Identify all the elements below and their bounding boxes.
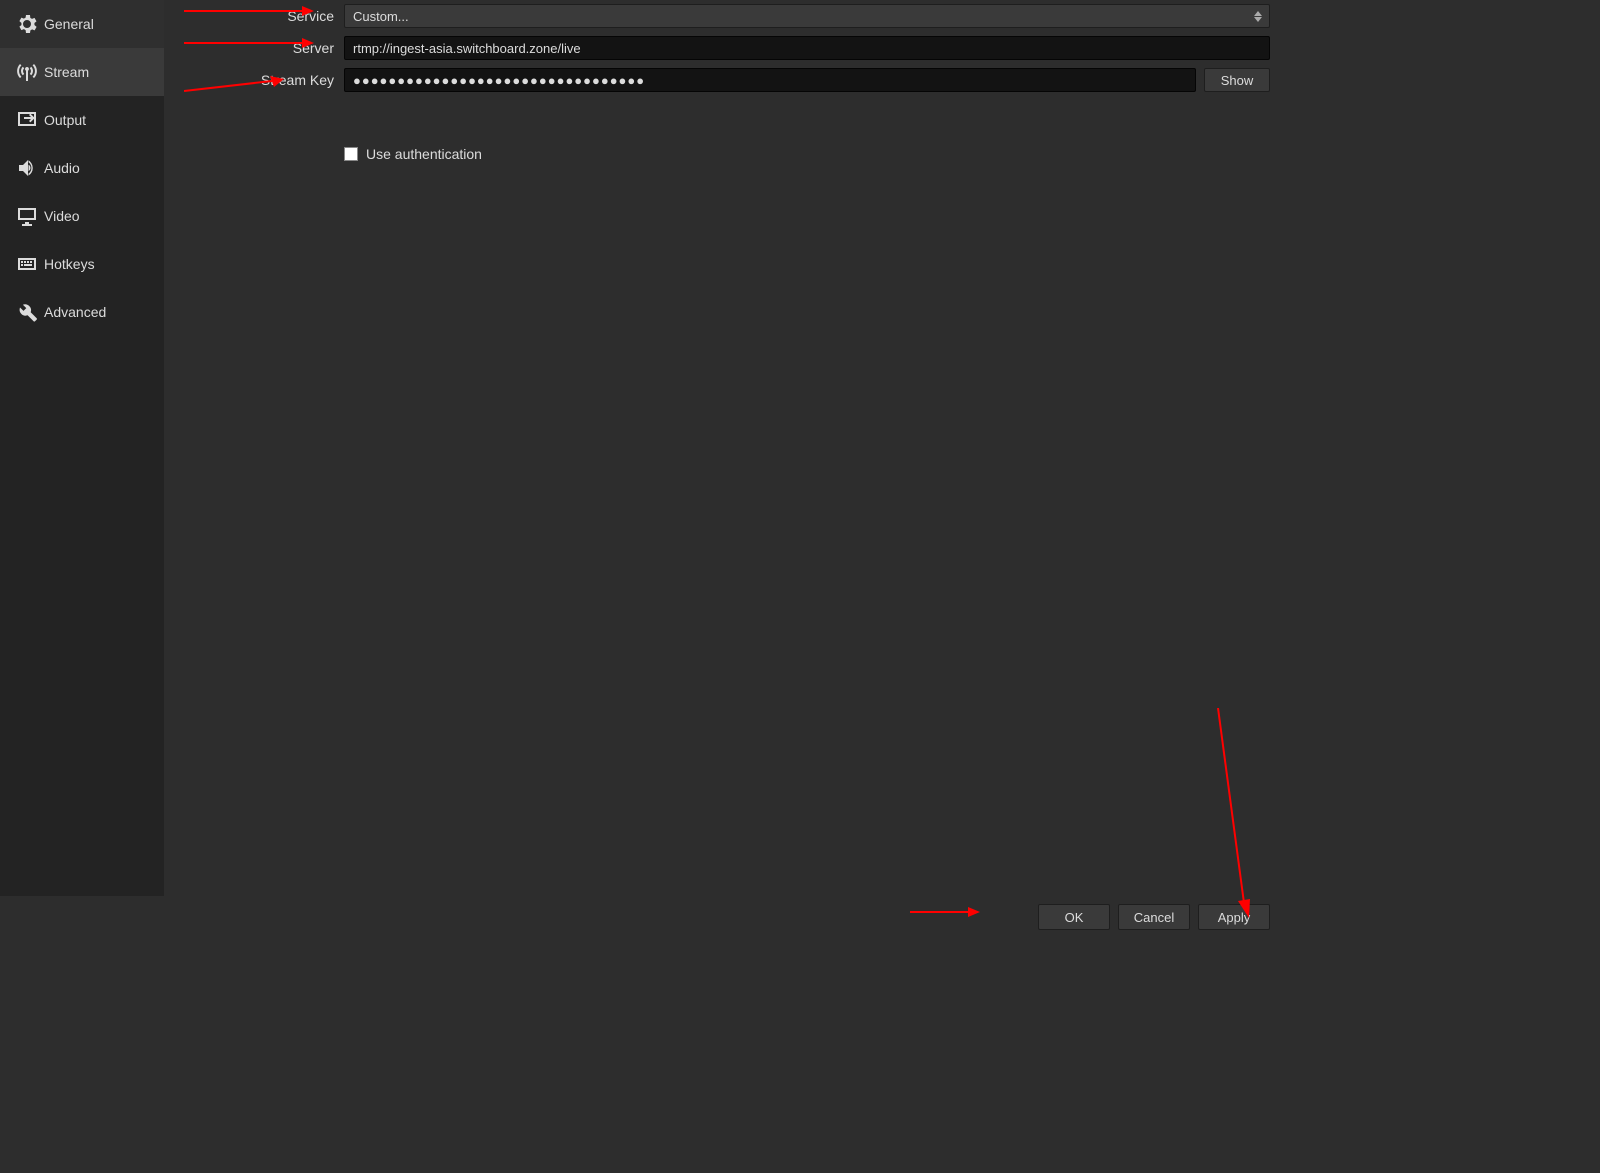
sidebar-item-label: Hotkeys [44, 256, 95, 272]
sidebar-item-audio[interactable]: Audio [0, 144, 164, 192]
service-value: Custom... [353, 9, 409, 24]
speaker-icon [10, 156, 44, 180]
use-auth-checkbox[interactable] [344, 147, 358, 161]
service-select[interactable]: Custom... [344, 4, 1270, 28]
sidebar-item-label: General [44, 16, 94, 32]
sidebar-item-label: Audio [44, 160, 80, 176]
stream-key-input[interactable] [344, 68, 1196, 92]
keyboard-icon [10, 252, 44, 276]
output-icon [10, 108, 44, 132]
antenna-icon [10, 60, 44, 84]
sidebar-item-video[interactable]: Video [0, 192, 164, 240]
sidebar-item-label: Output [44, 112, 86, 128]
chevron-updown-icon [1251, 5, 1265, 27]
dialog-footer: OK Cancel Apply [0, 896, 1280, 938]
apply-button[interactable]: Apply [1198, 904, 1270, 930]
sidebar-item-label: Video [44, 208, 80, 224]
tools-icon [10, 300, 44, 324]
ok-button[interactable]: OK [1038, 904, 1110, 930]
settings-panel-stream: Service Custom... Server [164, 0, 1280, 896]
stream-key-label: Stream Key [164, 72, 344, 88]
sidebar-item-label: Stream [44, 64, 89, 80]
use-auth-label: Use authentication [366, 146, 482, 162]
show-button[interactable]: Show [1204, 68, 1270, 92]
sidebar-item-stream[interactable]: Stream [0, 48, 164, 96]
sidebar-item-label: Advanced [44, 304, 106, 320]
server-input[interactable] [344, 36, 1270, 60]
service-label: Service [164, 8, 344, 24]
sidebar-item-advanced[interactable]: Advanced [0, 288, 164, 336]
cancel-button[interactable]: Cancel [1118, 904, 1190, 930]
sidebar-item-general[interactable]: General [0, 0, 164, 48]
server-label: Server [164, 40, 344, 56]
gear-icon [10, 12, 44, 36]
monitor-icon [10, 204, 44, 228]
settings-sidebar: General Stream Output Audio [0, 0, 164, 896]
sidebar-item-output[interactable]: Output [0, 96, 164, 144]
sidebar-item-hotkeys[interactable]: Hotkeys [0, 240, 164, 288]
